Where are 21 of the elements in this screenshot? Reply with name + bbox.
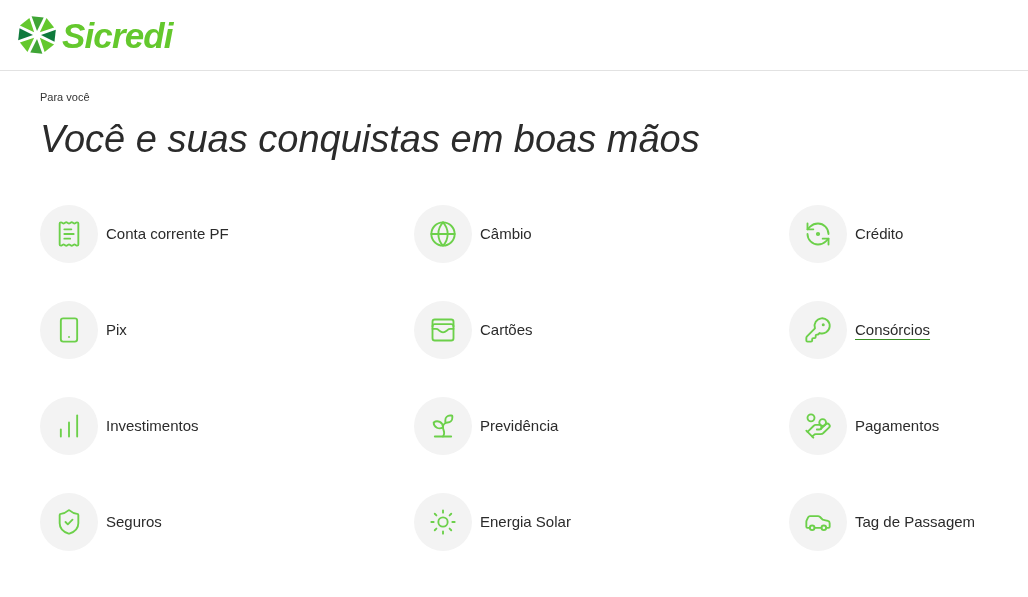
globe-icon (429, 220, 457, 248)
product-link[interactable]: Pix (106, 318, 127, 342)
product-link[interactable]: Cartões (480, 318, 533, 342)
sun-icon (429, 508, 457, 536)
product-link[interactable]: Consórcios (855, 318, 931, 342)
product-link[interactable]: Câmbio (480, 222, 532, 246)
breadcrumb[interactable]: Para você (40, 89, 988, 106)
product-link[interactable]: Crédito (855, 222, 904, 246)
page-title: Você e suas conquistas em boas mãos (40, 116, 701, 162)
product-link[interactable]: Previdência (480, 414, 559, 438)
key-icon (804, 316, 832, 344)
product-link[interactable]: Investimentos (106, 414, 199, 438)
circular-arrows-icon (804, 220, 832, 248)
product-link[interactable]: Tag de Passagem (855, 510, 976, 534)
logo-icon (18, 16, 56, 54)
product-link[interactable]: Pagamentos (855, 414, 940, 438)
product-link[interactable]: Energia Solar (480, 510, 571, 534)
cards-icon (429, 316, 457, 344)
product-link[interactable]: Seguros (106, 510, 162, 534)
hand-coins-icon (804, 412, 832, 440)
product-link[interactable]: Conta corrente PF (106, 222, 229, 246)
